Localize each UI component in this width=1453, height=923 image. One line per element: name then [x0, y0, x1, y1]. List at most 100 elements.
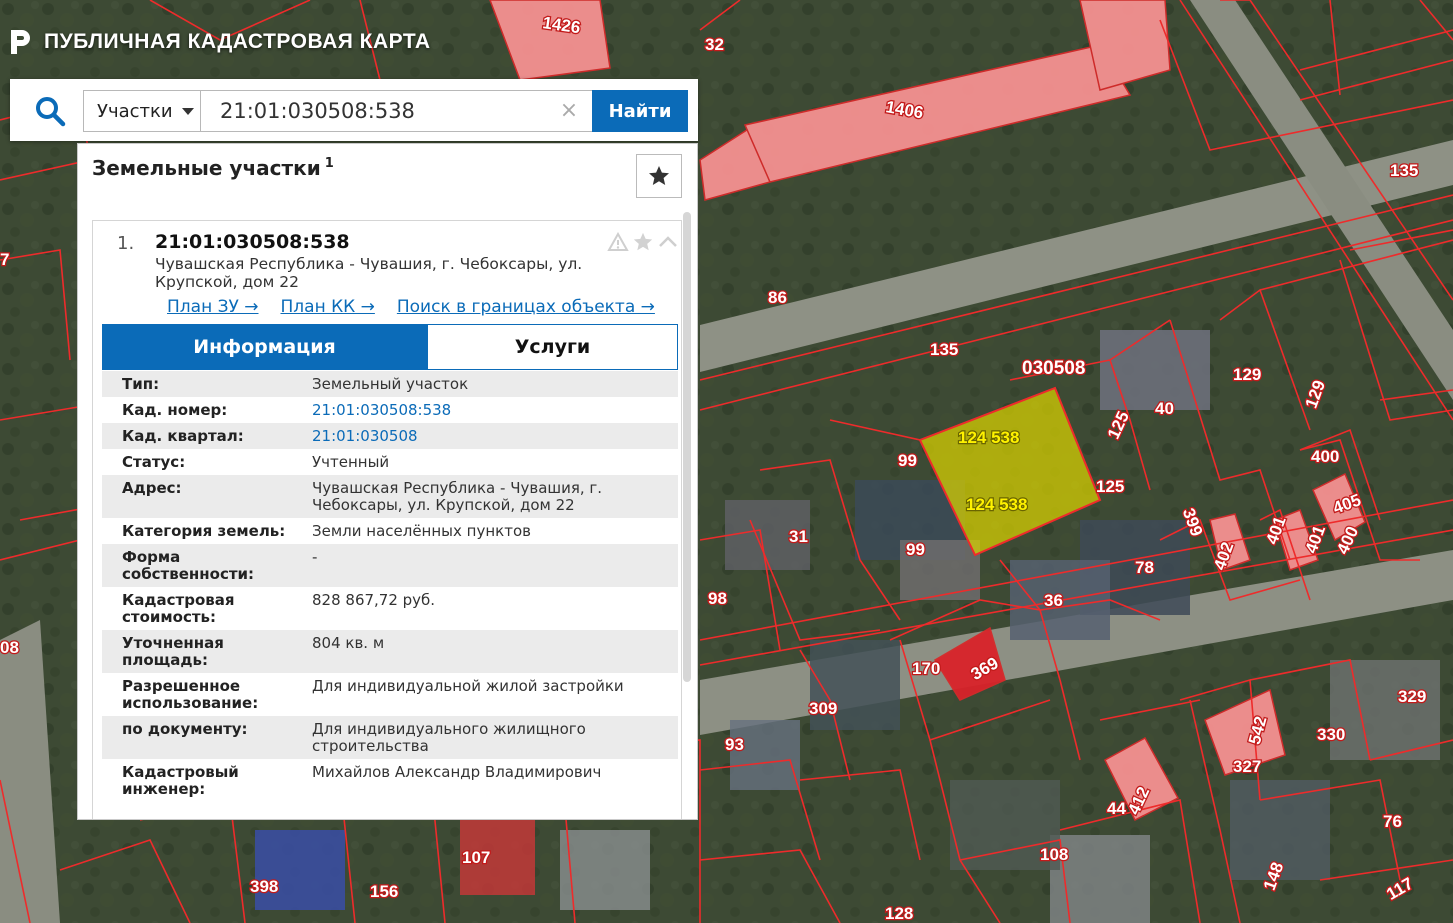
- info-table: Тип: Земельный участок Кад. номер: 21:01:0…: [102, 371, 678, 802]
- link-search-within-bounds[interactable]: Поиск в границах объекта →: [397, 297, 655, 317]
- table-row: Адрес: Чувашская Республика - Чувашия, г.…: [102, 475, 678, 518]
- search-bar: Участки × Найти: [10, 79, 698, 141]
- map-label: 44: [1107, 799, 1126, 818]
- info-value-link[interactable]: 21:01:030508:538: [312, 397, 678, 423]
- info-value: Учтенный: [312, 453, 390, 471]
- link-kk-plan[interactable]: План КК →: [281, 297, 375, 317]
- map-label: 08: [0, 638, 19, 657]
- info-value: Земли населённых пунктов: [312, 522, 531, 540]
- map-label: 329: [1398, 687, 1426, 706]
- card-tabs: Информация Услуги: [102, 324, 678, 370]
- table-row: Кад. номер: 21:01:030508:538: [102, 397, 678, 423]
- map-label: 76: [1383, 812, 1402, 831]
- map-label: 128: [885, 904, 913, 923]
- map-label: 330: [1317, 725, 1345, 744]
- pkk-logo-icon: [11, 30, 30, 54]
- table-row: Тип: Земельный участок: [102, 371, 678, 397]
- search-input[interactable]: [200, 90, 593, 132]
- info-value: -: [312, 548, 318, 566]
- results-count: 1: [324, 156, 334, 172]
- map-label: 31: [789, 527, 808, 546]
- info-value: Михайлов Александр Владимирович: [312, 763, 602, 781]
- map-label: 40: [1155, 399, 1174, 418]
- info-key: Кад. номер:: [122, 401, 228, 419]
- map-label: 99: [898, 451, 917, 470]
- map-label: 327: [1233, 757, 1261, 776]
- results-title: Земельные участки 1: [92, 156, 334, 180]
- results-scrollbar[interactable]: [683, 212, 691, 682]
- map-label: 129: [1233, 365, 1261, 384]
- map-label: 170: [912, 659, 940, 678]
- chevron-up-icon[interactable]: [657, 232, 679, 252]
- map-label: 99: [906, 540, 925, 559]
- map-label: 98: [708, 589, 727, 608]
- info-key: Форма собственности:: [122, 548, 255, 583]
- result-address: Чувашская Республика - Чувашия, г. Чебок…: [155, 255, 583, 291]
- app-title: ПУБЛИЧНАЯ КАДАСТРОВАЯ КАРТА: [44, 30, 431, 53]
- star-icon[interactable]: [632, 231, 654, 253]
- info-key: Кад. квартал:: [122, 427, 244, 445]
- table-row: Разрешенное использование: Для индивидуал…: [102, 673, 678, 716]
- info-value-link[interactable]: 21:01:030508: [312, 423, 678, 449]
- tab-services[interactable]: Услуги: [427, 324, 678, 370]
- result-cad-number[interactable]: 21:01:030508:538: [155, 231, 350, 253]
- result-index: 1.: [117, 233, 135, 254]
- app-header: ПУБЛИЧНАЯ КАДАСТРОВАЯ КАРТА: [8, 24, 431, 60]
- favorites-button[interactable]: [636, 154, 682, 198]
- table-row: Статус: Учтенный: [102, 449, 678, 475]
- table-row: Форма собственности: -: [102, 544, 678, 587]
- map-label: 78: [1135, 558, 1154, 577]
- results-panel: Земельные участки 1 1. 21:01:030508:538 Ч…: [77, 143, 698, 820]
- card-tools: [607, 231, 679, 253]
- map-label: 124 538: [958, 428, 1019, 447]
- card-links: План ЗУ → План КК → Поиск в границах объ…: [167, 297, 655, 317]
- table-row: Уточненная площадь: 804 кв. м: [102, 630, 678, 673]
- search-button[interactable]: Найти: [592, 90, 688, 132]
- table-row: Кад. квартал: 21:01:030508: [102, 423, 678, 449]
- info-value: Земельный участок: [312, 375, 469, 393]
- info-value: 828 867,72 руб.: [312, 591, 436, 609]
- map-label: 93: [725, 735, 744, 754]
- info-key: Уточненная площадь:: [122, 634, 224, 669]
- map-label: 030508: [1022, 358, 1085, 379]
- map-label: 32: [705, 35, 724, 54]
- info-key: Тип:: [122, 375, 160, 393]
- info-key: Адрес:: [122, 479, 182, 497]
- info-value: 804 кв. м: [312, 634, 385, 652]
- info-value: Для индивидуальной жилой застройки: [312, 677, 624, 695]
- map-label: 135: [1390, 161, 1418, 180]
- table-row: Кадастровый инженер: Михайлов Александр В…: [102, 759, 678, 802]
- map-label: 156: [370, 882, 398, 901]
- info-value: Чувашская Республика - Чувашия, г. Чебок…: [312, 479, 603, 514]
- search-type-dropdown[interactable]: Участки: [83, 90, 201, 132]
- map-label: 398: [250, 877, 278, 896]
- table-row: Кадастровая стоимость: 828 867,72 руб.: [102, 587, 678, 630]
- info-key: Разрешенное использование:: [122, 677, 259, 712]
- map-label: 124 538: [966, 495, 1027, 514]
- table-row: по документу: Для индивидуального жилищно…: [102, 716, 678, 759]
- clear-icon[interactable]: ×: [555, 96, 583, 126]
- warning-icon[interactable]: [607, 232, 629, 252]
- map-label: 108: [1040, 845, 1068, 864]
- results-title-text: Земельные участки: [92, 156, 321, 180]
- map-label: 36: [1044, 591, 1063, 610]
- chevron-down-icon: [181, 107, 194, 115]
- info-value: Для индивидуального жилищного строительс…: [312, 720, 586, 755]
- tab-information[interactable]: Информация: [102, 324, 427, 370]
- map-label: 135: [930, 340, 958, 359]
- info-key: Кадастровый инженер:: [122, 763, 239, 798]
- search-icon[interactable]: [34, 95, 66, 127]
- link-zu-plan[interactable]: План ЗУ →: [167, 297, 259, 317]
- map-label: 107: [462, 848, 490, 867]
- table-row: Категория земель: Земли населённых пункто…: [102, 518, 678, 544]
- map-label: 7: [0, 250, 9, 269]
- info-key: Категория земель:: [122, 522, 286, 540]
- search-type-label: Участки: [97, 100, 173, 122]
- map-label: 125: [1096, 477, 1124, 496]
- info-key: Кадастровая стоимость:: [122, 591, 235, 626]
- result-card: 1. 21:01:030508:538 Чувашская Республика…: [92, 220, 682, 819]
- map-label: 86: [768, 288, 787, 307]
- info-key: Статус:: [122, 453, 186, 471]
- map-label: 400: [1311, 447, 1339, 466]
- map-label: 309: [809, 699, 837, 718]
